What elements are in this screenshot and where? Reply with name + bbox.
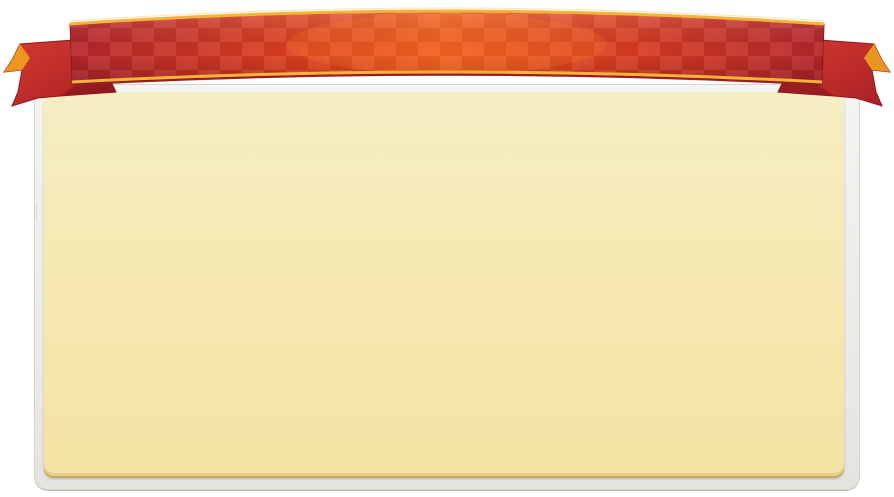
content-panel — [44, 92, 844, 476]
ribbon-banner — [69, 7, 825, 86]
title-ribbon — [2, 7, 892, 107]
game-panel-stage — [0, 0, 894, 497]
panel-content-area — [44, 92, 844, 476]
